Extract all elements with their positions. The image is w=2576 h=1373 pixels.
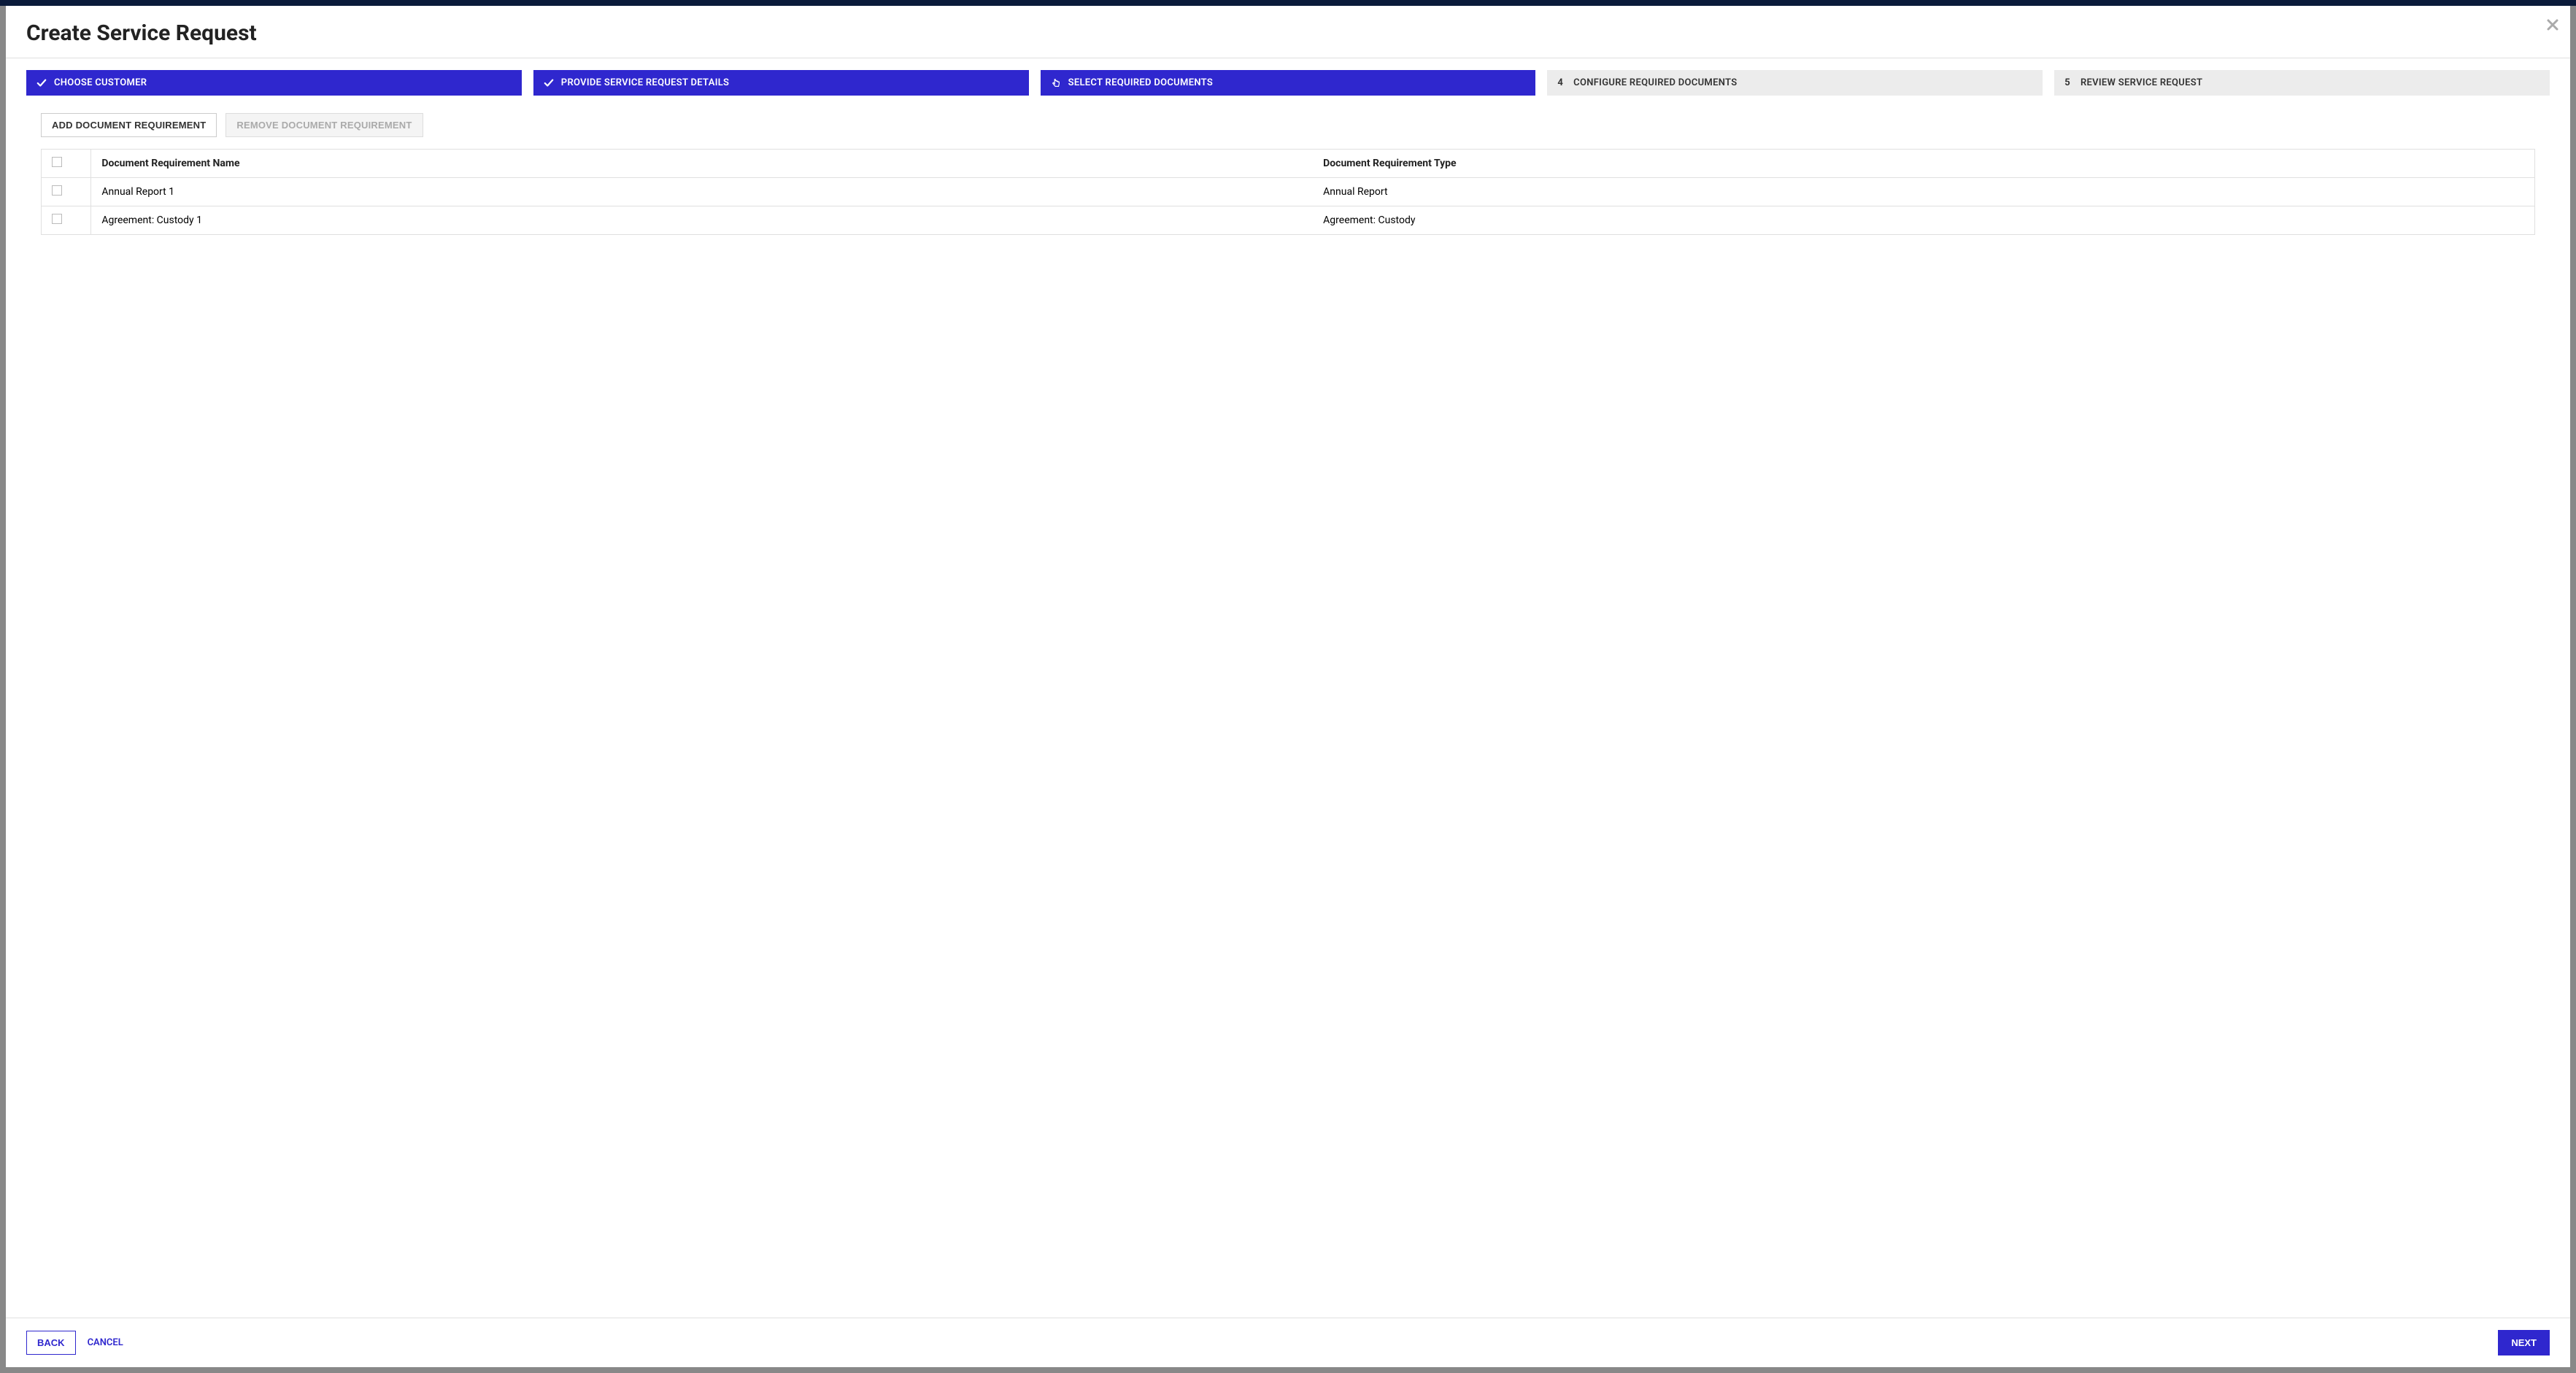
- step-label: PROVIDE SERVICE REQUEST DETAILS: [561, 77, 730, 88]
- step-label: CHOOSE CUSTOMER: [54, 77, 147, 88]
- back-button[interactable]: BACK: [26, 1331, 76, 1355]
- cell-name: Annual Report 1: [91, 178, 1313, 206]
- modal-header: Create Service Request: [6, 6, 2570, 58]
- app-top-bar: [0, 0, 2576, 6]
- cell-type: Agreement: Custody: [1313, 206, 2534, 235]
- step-configure-documents[interactable]: 4 CONFIGURE REQUIRED DOCUMENTS: [1547, 70, 2043, 96]
- cancel-button[interactable]: CANCEL: [88, 1337, 123, 1348]
- step-number: 5: [2064, 77, 2070, 88]
- action-buttons: ADD DOCUMENT REQUIREMENT REMOVE DOCUMENT…: [41, 113, 2535, 137]
- row-checkbox[interactable]: [52, 214, 62, 224]
- remove-document-requirement-button: REMOVE DOCUMENT REQUIREMENT: [225, 113, 423, 137]
- step-review-request[interactable]: 5 REVIEW SERVICE REQUEST: [2054, 70, 2550, 96]
- next-button[interactable]: NEXT: [2498, 1330, 2550, 1355]
- close-icon[interactable]: [2547, 15, 2558, 35]
- add-document-requirement-button[interactable]: ADD DOCUMENT REQUIREMENT: [41, 113, 217, 137]
- document-requirements-table: Document Requirement Name Document Requi…: [41, 149, 2535, 235]
- modal-title: Create Service Request: [26, 20, 2550, 46]
- check-icon: [544, 78, 554, 88]
- step-provide-details[interactable]: PROVIDE SERVICE REQUEST DETAILS: [533, 70, 1029, 96]
- modal-footer: BACK CANCEL NEXT: [6, 1318, 2570, 1367]
- step-label: SELECT REQUIRED DOCUMENTS: [1068, 77, 1213, 88]
- select-all-cell: [42, 150, 91, 178]
- table-row: Annual Report 1 Annual Report: [42, 178, 2535, 206]
- row-checkbox-cell: [42, 206, 91, 235]
- row-checkbox[interactable]: [52, 185, 62, 196]
- step-select-documents[interactable]: SELECT REQUIRED DOCUMENTS: [1041, 70, 1536, 96]
- modal-create-service-request: Create Service Request CHOOSE CUSTOMER P…: [6, 6, 2570, 1367]
- cell-name: Agreement: Custody 1: [91, 206, 1313, 235]
- step-choose-customer[interactable]: CHOOSE CUSTOMER: [26, 70, 522, 96]
- step-label: CONFIGURE REQUIRED DOCUMENTS: [1573, 77, 1737, 88]
- column-header-name: Document Requirement Name: [91, 150, 1313, 178]
- content-area: ADD DOCUMENT REQUIREMENT REMOVE DOCUMENT…: [6, 96, 2570, 1318]
- cell-type: Annual Report: [1313, 178, 2534, 206]
- check-icon: [36, 78, 47, 88]
- table-header-row: Document Requirement Name Document Requi…: [42, 150, 2535, 178]
- wizard-steps: CHOOSE CUSTOMER PROVIDE SERVICE REQUEST …: [6, 58, 2570, 96]
- column-header-type: Document Requirement Type: [1313, 150, 2534, 178]
- step-label: REVIEW SERVICE REQUEST: [2081, 77, 2202, 88]
- footer-left: BACK CANCEL: [26, 1331, 123, 1355]
- select-all-checkbox[interactable]: [52, 157, 62, 167]
- row-checkbox-cell: [42, 178, 91, 206]
- pointer-icon: [1051, 78, 1061, 88]
- table-row: Agreement: Custody 1 Agreement: Custody: [42, 206, 2535, 235]
- step-number: 4: [1557, 77, 1563, 88]
